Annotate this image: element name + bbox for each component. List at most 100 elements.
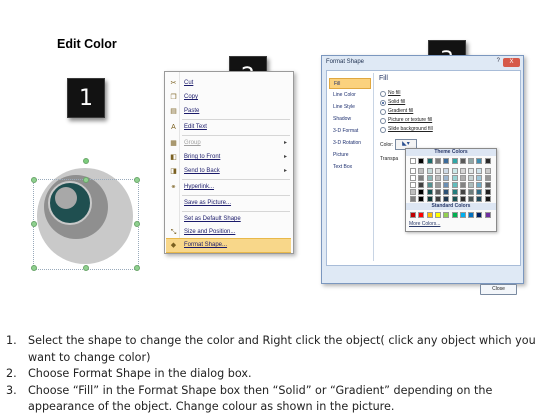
color-swatch[interactable] bbox=[459, 168, 466, 174]
radio-button[interactable] bbox=[380, 91, 386, 97]
standard-color-swatch[interactable] bbox=[418, 212, 425, 218]
menu-item-cut[interactable]: ✂ Cut bbox=[166, 77, 291, 90]
color-swatch[interactable] bbox=[418, 175, 425, 181]
selection-handle[interactable] bbox=[83, 177, 89, 183]
selection-handle[interactable] bbox=[134, 177, 140, 183]
color-swatch[interactable] bbox=[426, 189, 433, 195]
nav-item-line-color[interactable]: Line Color bbox=[329, 90, 371, 101]
color-swatch[interactable] bbox=[410, 189, 416, 195]
color-swatch[interactable] bbox=[418, 196, 425, 202]
menu-item-hyperlink[interactable]: ⚭ Hyperlink... bbox=[166, 181, 291, 194]
more-colors-link[interactable]: More Colors... bbox=[409, 221, 440, 227]
menu-item-paste[interactable]: ▤ Paste bbox=[166, 105, 291, 118]
nav-item-shadow[interactable]: Shadow bbox=[329, 114, 371, 125]
color-swatch[interactable] bbox=[468, 175, 475, 181]
color-swatch[interactable] bbox=[476, 158, 483, 164]
color-swatch[interactable] bbox=[426, 168, 433, 174]
standard-color-swatch[interactable] bbox=[434, 212, 441, 218]
color-swatch[interactable] bbox=[410, 196, 416, 202]
color-swatch[interactable] bbox=[484, 175, 491, 181]
color-swatch[interactable] bbox=[468, 196, 475, 202]
color-swatch[interactable] bbox=[443, 168, 450, 174]
selection-handle[interactable] bbox=[134, 221, 140, 227]
radio-button[interactable] bbox=[380, 109, 386, 115]
help-icon[interactable]: ? bbox=[497, 58, 500, 64]
color-swatch[interactable] bbox=[443, 196, 450, 202]
color-swatch[interactable] bbox=[451, 168, 458, 174]
color-swatch[interactable] bbox=[476, 196, 483, 202]
menu-item-set-default-shape[interactable]: Set as Default Shape bbox=[166, 213, 291, 226]
color-swatch[interactable] bbox=[451, 158, 458, 164]
close-button[interactable]: Close bbox=[480, 284, 517, 295]
menu-item-format-shape[interactable]: ◆ Format Shape... bbox=[166, 238, 291, 253]
nav-item-line-style[interactable]: Line Style bbox=[329, 102, 371, 113]
nav-item-3d-format[interactable]: 3-D Format bbox=[329, 126, 371, 137]
selection-handle[interactable] bbox=[31, 177, 37, 183]
menu-item-send-to-back[interactable]: ◨ Send to Back ▸ bbox=[166, 165, 291, 178]
color-swatch[interactable] bbox=[459, 175, 466, 181]
color-swatch[interactable] bbox=[434, 168, 441, 174]
nav-item-fill[interactable]: Fill bbox=[329, 78, 371, 89]
radio-button[interactable] bbox=[380, 118, 386, 124]
rotation-handle[interactable] bbox=[83, 158, 89, 164]
color-swatch[interactable] bbox=[418, 182, 425, 188]
standard-color-swatch[interactable] bbox=[451, 212, 458, 218]
color-swatch[interactable] bbox=[443, 158, 450, 164]
color-swatch[interactable] bbox=[468, 182, 475, 188]
standard-color-swatch[interactable] bbox=[476, 212, 483, 218]
nav-item-text-box[interactable]: Text Box bbox=[329, 162, 371, 173]
selection-handle[interactable] bbox=[83, 265, 89, 271]
color-swatch[interactable] bbox=[484, 196, 491, 202]
color-swatch[interactable] bbox=[418, 168, 425, 174]
color-swatch[interactable] bbox=[484, 158, 491, 164]
standard-color-swatch[interactable] bbox=[443, 212, 450, 218]
color-swatch[interactable] bbox=[443, 182, 450, 188]
color-swatch[interactable] bbox=[434, 196, 441, 202]
color-swatch[interactable] bbox=[426, 196, 433, 202]
color-swatch[interactable] bbox=[451, 182, 458, 188]
menu-item-bring-to-front[interactable]: ◧ Bring to Front ▸ bbox=[166, 151, 291, 164]
color-swatch[interactable] bbox=[476, 189, 483, 195]
color-swatch[interactable] bbox=[426, 182, 433, 188]
color-swatch[interactable] bbox=[443, 189, 450, 195]
menu-item-edit-text[interactable]: A Edit Text bbox=[166, 121, 291, 134]
color-swatch[interactable] bbox=[426, 158, 433, 164]
close-icon[interactable]: X bbox=[503, 58, 520, 67]
color-swatch[interactable] bbox=[468, 168, 475, 174]
radio-button[interactable] bbox=[380, 127, 386, 133]
selection-handle[interactable] bbox=[134, 265, 140, 271]
selection-handle[interactable] bbox=[31, 221, 37, 227]
color-swatch[interactable] bbox=[426, 175, 433, 181]
color-swatch[interactable] bbox=[410, 182, 416, 188]
color-swatch[interactable] bbox=[468, 189, 475, 195]
standard-color-swatch[interactable] bbox=[410, 212, 416, 218]
color-swatch[interactable] bbox=[468, 158, 475, 164]
standard-color-swatch[interactable] bbox=[426, 212, 433, 218]
color-swatch[interactable] bbox=[434, 189, 441, 195]
color-swatch[interactable] bbox=[434, 182, 441, 188]
color-swatch[interactable] bbox=[451, 196, 458, 202]
standard-color-swatch[interactable] bbox=[484, 212, 491, 218]
color-swatch[interactable] bbox=[451, 189, 458, 195]
color-swatch[interactable] bbox=[410, 175, 416, 181]
color-swatch[interactable] bbox=[418, 189, 425, 195]
color-swatch[interactable] bbox=[434, 175, 441, 181]
color-swatch[interactable] bbox=[434, 158, 441, 164]
nav-item-3d-rotation[interactable]: 3-D Rotation bbox=[329, 138, 371, 149]
color-swatch[interactable] bbox=[459, 196, 466, 202]
selection-handle[interactable] bbox=[31, 265, 37, 271]
color-swatch[interactable] bbox=[484, 182, 491, 188]
color-swatch[interactable] bbox=[484, 189, 491, 195]
color-swatch[interactable] bbox=[410, 168, 416, 174]
menu-item-copy[interactable]: ❐ Copy bbox=[166, 91, 291, 104]
color-swatch[interactable] bbox=[484, 168, 491, 174]
selected-shape[interactable] bbox=[31, 158, 140, 271]
nav-item-picture[interactable]: Picture bbox=[329, 150, 371, 161]
color-swatch[interactable] bbox=[476, 168, 483, 174]
color-swatch[interactable] bbox=[418, 158, 425, 164]
color-swatch[interactable] bbox=[410, 158, 416, 164]
color-swatch[interactable] bbox=[476, 175, 483, 181]
color-swatch[interactable] bbox=[451, 175, 458, 181]
standard-color-swatch[interactable] bbox=[468, 212, 475, 218]
color-swatch[interactable] bbox=[459, 189, 466, 195]
